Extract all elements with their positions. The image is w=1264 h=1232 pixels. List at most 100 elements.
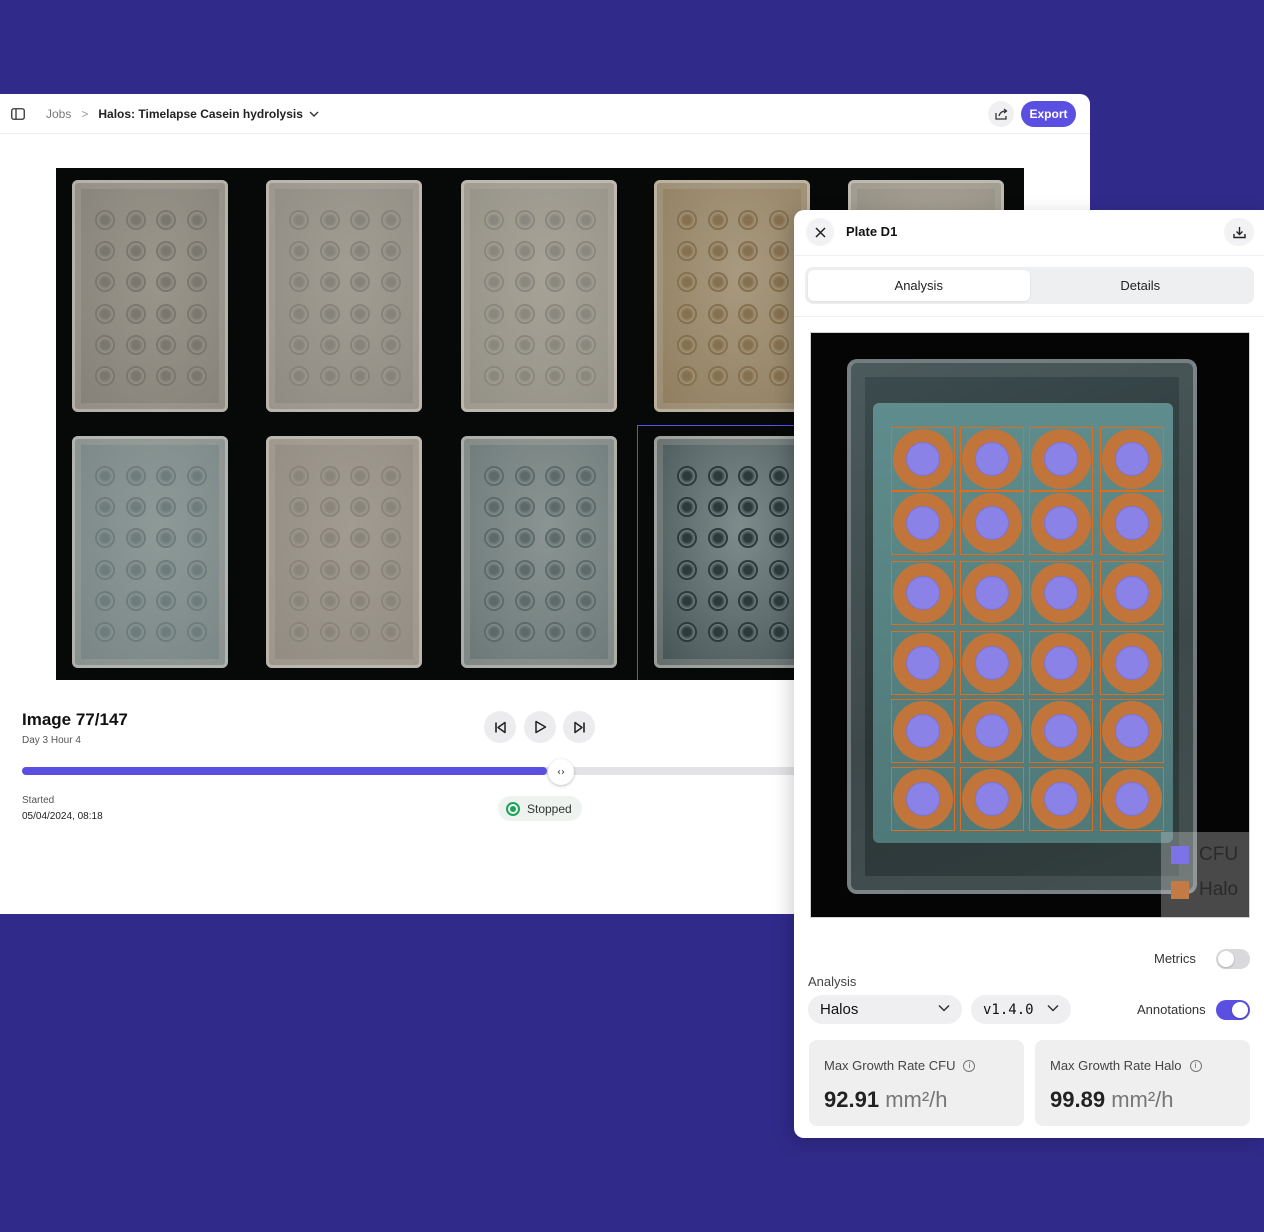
legend-label: Halo — [1199, 879, 1239, 900]
legend: CFU Halo — [1161, 832, 1249, 917]
cfu-region — [975, 714, 1009, 748]
well-annotation[interactable] — [1100, 767, 1164, 831]
well-annotation[interactable] — [891, 491, 955, 555]
cfu-region — [1044, 576, 1078, 610]
legend-label: CFU — [1199, 844, 1239, 865]
well-annotation[interactable] — [960, 427, 1024, 491]
metric-unit: mm²/h — [1111, 1087, 1174, 1112]
info-icon[interactable]: i — [1189, 1059, 1202, 1072]
well-annotation[interactable] — [960, 491, 1024, 555]
halo-swatch — [1171, 881, 1189, 899]
cfu-region — [906, 782, 940, 816]
divider — [794, 316, 1264, 317]
time-label: Day 3 Hour 4 — [22, 735, 81, 746]
close-button[interactable] — [806, 218, 834, 246]
skip-back-button[interactable] — [484, 711, 516, 743]
plate-thumbnail[interactable] — [461, 436, 617, 668]
plate-thumbnail[interactable] — [72, 180, 228, 412]
metric-value: 99.89 — [1050, 1087, 1106, 1112]
divider — [794, 255, 1264, 256]
metrics-label: Metrics — [1154, 951, 1196, 966]
cfu-region — [975, 576, 1009, 610]
plate-thumbnail[interactable] — [266, 180, 422, 412]
cfu-region — [1044, 646, 1078, 680]
breadcrumb-separator: > — [81, 106, 89, 121]
metric-unit: mm²/h — [885, 1087, 948, 1112]
legend-item-cfu: CFU — [1171, 844, 1240, 866]
chevron-down-icon — [938, 1004, 950, 1012]
well-annotation[interactable] — [1029, 491, 1093, 555]
status-text: Stopped — [527, 801, 572, 816]
analysis-value: Halos — [820, 1001, 859, 1018]
well-annotation[interactable] — [1100, 561, 1164, 625]
metric-card-halo: Max Growth Rate Halo i 99.89 mm²/h — [1035, 1040, 1250, 1126]
metric-label: Max Growth Rate CFU — [824, 1058, 956, 1073]
cfu-region — [1115, 506, 1149, 540]
well-annotation[interactable] — [960, 767, 1024, 831]
well-annotation[interactable] — [960, 561, 1024, 625]
cfu-region — [906, 714, 940, 748]
well-annotation[interactable] — [1100, 631, 1164, 695]
metric-label: Max Growth Rate Halo — [1050, 1058, 1182, 1073]
well-annotation[interactable] — [1029, 767, 1093, 831]
timeline-handle[interactable]: ‹› — [548, 759, 574, 785]
chevron-down-icon — [1047, 1004, 1059, 1012]
share-button[interactable] — [988, 101, 1014, 127]
well-annotation[interactable] — [1029, 561, 1093, 625]
plate-thumbnail[interactable] — [72, 436, 228, 668]
well-annotation[interactable] — [1029, 699, 1093, 763]
tab-details[interactable]: Details — [1030, 270, 1252, 301]
well-annotation[interactable] — [1029, 631, 1093, 695]
job-title[interactable]: Halos: Timelapse Casein hydrolysis — [98, 107, 303, 121]
cfu-region — [906, 576, 940, 610]
timeline-progress — [22, 767, 547, 775]
plate-detail-panel: Plate D1 Analysis Details CFU Halo Metri… — [794, 210, 1264, 1138]
metrics-toggle[interactable] — [1216, 949, 1250, 969]
started-value: 05/04/2024, 08:18 — [22, 811, 103, 822]
well-annotation[interactable] — [1100, 491, 1164, 555]
well-annotation[interactable] — [1029, 427, 1093, 491]
plate-thumbnail[interactable] — [266, 436, 422, 668]
plate-thumbnail[interactable] — [461, 180, 617, 412]
well-annotation[interactable] — [960, 699, 1024, 763]
play-button[interactable] — [524, 711, 556, 743]
cfu-region — [906, 646, 940, 680]
cfu-region — [975, 782, 1009, 816]
panel-title: Plate D1 — [846, 224, 898, 239]
chevron-down-icon[interactable] — [309, 105, 319, 123]
skip-back-icon — [494, 721, 506, 733]
well-annotation[interactable] — [891, 561, 955, 625]
skip-forward-button[interactable] — [563, 711, 595, 743]
export-button[interactable]: Export — [1021, 101, 1076, 127]
cfu-region — [1044, 506, 1078, 540]
plate-thumbnail[interactable] — [654, 180, 810, 412]
share-icon — [994, 108, 1008, 120]
cfu-region — [906, 442, 940, 476]
started-label: Started — [22, 795, 55, 806]
analysis-select[interactable]: Halos — [808, 995, 962, 1024]
tab-analysis[interactable]: Analysis — [808, 270, 1030, 301]
download-button[interactable] — [1224, 218, 1254, 246]
well-annotation[interactable] — [960, 631, 1024, 695]
version-select[interactable]: v1.4.0 — [971, 995, 1071, 1024]
cfu-swatch — [1171, 846, 1189, 864]
well-annotation[interactable] — [891, 699, 955, 763]
info-icon[interactable]: i — [963, 1059, 976, 1072]
cfu-region — [1044, 782, 1078, 816]
cfu-region — [1115, 576, 1149, 610]
well-annotation[interactable] — [1100, 699, 1164, 763]
top-bar: Jobs > Halos: Timelapse Casein hydrolysi… — [0, 94, 1090, 134]
annotations-toggle[interactable] — [1216, 1000, 1250, 1020]
annotations-label: Annotations — [1137, 1002, 1206, 1017]
well-annotation[interactable] — [891, 631, 955, 695]
well-annotation[interactable] — [891, 427, 955, 491]
well-annotation[interactable] — [891, 767, 955, 831]
version-value: v1.4.0 — [983, 1001, 1034, 1018]
well-annotation[interactable] — [1100, 427, 1164, 491]
breadcrumb-jobs[interactable]: Jobs — [46, 107, 71, 121]
sidebar-toggle-icon[interactable] — [8, 104, 28, 124]
cfu-region — [1115, 782, 1149, 816]
plate-annotated-image[interactable]: CFU Halo — [810, 332, 1250, 918]
cfu-region — [975, 646, 1009, 680]
panel-tabs: Analysis Details — [805, 267, 1254, 304]
